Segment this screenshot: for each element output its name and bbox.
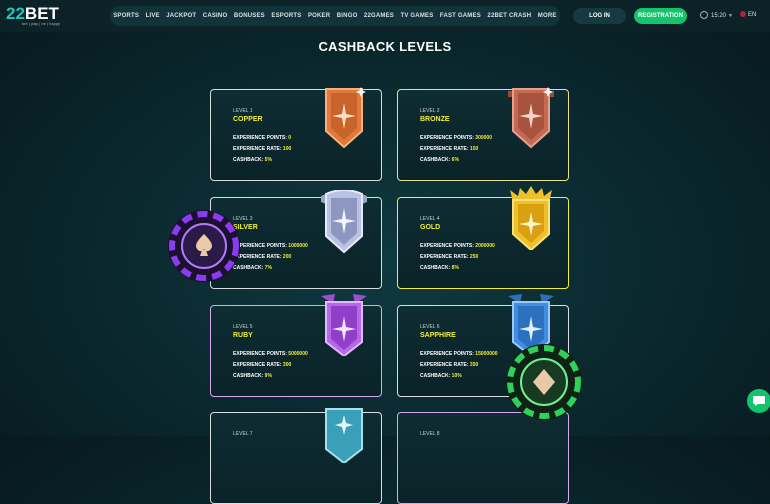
ruby-badge-icon	[321, 294, 367, 356]
nav-item-bingo[interactable]: BINGO	[337, 13, 358, 19]
nav-item-fast-games[interactable]: FAST GAMES	[440, 13, 481, 19]
chevron-down-icon: ▼	[728, 13, 733, 19]
level-number: LEVEL 6	[420, 324, 440, 330]
cashback-row: CASHBACK: 10%	[420, 373, 462, 379]
experience-points-row: EXPERIENCE POINTS: 5000000	[233, 351, 308, 357]
experience-rate-row: EXPERIENCE RATE: 150	[420, 146, 479, 152]
level-card-7: LEVEL 7	[210, 408, 382, 504]
experience-points-row: EXPERIENCE POINTS: 0	[233, 135, 292, 141]
silver-badge-icon	[321, 190, 367, 254]
nav-item-poker[interactable]: POKER	[308, 13, 330, 19]
nav-item-tv-games[interactable]: TV GAMES	[400, 13, 433, 19]
level-card-8: LEVEL 8	[397, 412, 569, 504]
site-logo[interactable]: 22BET bet | play | be | happy	[6, 3, 76, 29]
gold-badge-icon	[510, 186, 552, 250]
uk-flag-icon	[740, 11, 746, 17]
level-name: GOLD	[420, 224, 441, 231]
experience-rate-row: EXPERIENCE RATE: 250	[420, 254, 479, 260]
level-number: LEVEL 2	[420, 108, 440, 114]
bronze-badge-icon	[508, 87, 554, 149]
nav-item-more[interactable]: MORE	[538, 13, 557, 19]
nav-item-bonuses[interactable]: BONUSES	[234, 13, 265, 19]
nav-item-22bet-crash[interactable]: 22BET CRASH	[487, 13, 531, 19]
experience-rate-row: EXPERIENCE RATE: 350	[420, 362, 479, 368]
level-card-copper: LEVEL 1 COPPER EXPERIENCE POINTS: 0 EXPE…	[210, 87, 382, 181]
level-name: SAPPHIRE	[420, 332, 456, 339]
experience-points-row: EXPERIENCE POINTS: 1000000	[233, 243, 308, 249]
nav-item-jackpot[interactable]: JACKPOT	[166, 13, 196, 19]
level-number: LEVEL 5	[233, 324, 253, 330]
chat-bubble-icon	[753, 396, 765, 406]
cashback-row: CASHBACK: 6%	[420, 157, 459, 163]
clock-icon	[700, 11, 708, 19]
green-poker-chip-icon	[506, 344, 582, 420]
level-card-ruby: LEVEL 5 RUBY EXPERIENCE POINTS: 5000000 …	[210, 294, 382, 397]
level-name: BRONZE	[420, 116, 450, 123]
experience-points-row: EXPERIENCE POINTS: 2000000	[420, 243, 495, 249]
language-selector[interactable]: EN	[740, 11, 756, 18]
level-number: LEVEL 7	[233, 431, 253, 437]
chat-button[interactable]	[747, 389, 770, 413]
cashback-row: CASHBACK: 9%	[233, 373, 272, 379]
login-button[interactable]: LOG IN	[573, 8, 626, 24]
experience-rate-row: EXPERIENCE RATE: 200	[233, 254, 292, 260]
level-card-gold: LEVEL 4 GOLD EXPERIENCE POINTS: 2000000 …	[397, 186, 569, 289]
top-navigation-bar: 22BET bet | play | be | happy SPORTS LIV…	[0, 0, 770, 32]
copper-badge-icon	[325, 87, 366, 149]
time-display[interactable]: 15:20 ▼	[700, 11, 733, 19]
experience-points-row: EXPERIENCE POINTS: 300000	[420, 135, 492, 141]
page-title: CASHBACK LEVELS	[318, 39, 452, 54]
main-nav: SPORTS LIVE JACKPOT CASINO BONUSES ESPOR…	[110, 6, 560, 26]
level-number: LEVEL 8	[420, 431, 440, 437]
registration-button[interactable]: REGISTRATION	[634, 8, 687, 24]
nav-item-live[interactable]: LIVE	[146, 13, 160, 19]
nav-item-esports[interactable]: ESPORTS	[271, 13, 301, 19]
level-number: LEVEL 1	[233, 108, 253, 114]
experience-points-row: EXPERIENCE POINTS: 15000000	[420, 351, 498, 357]
level-name: RUBY	[233, 332, 253, 339]
experience-rate-row: EXPERIENCE RATE: 300	[233, 362, 292, 368]
level-name: COPPER	[233, 116, 263, 123]
cashback-row: CASHBACK: 5%	[233, 157, 272, 163]
experience-rate-row: EXPERIENCE RATE: 100	[233, 146, 292, 152]
level-card-bronze: LEVEL 2 BRONZE EXPERIENCE POINTS: 300000…	[397, 87, 569, 181]
level-7-badge-icon	[325, 408, 363, 463]
purple-poker-chip-icon	[168, 210, 240, 282]
cashback-row: CASHBACK: 7%	[233, 265, 272, 271]
nav-item-22games[interactable]: 22GAMES	[364, 13, 394, 19]
logo-tagline: bet | play | be | happy	[22, 21, 61, 26]
level-number: LEVEL 4	[420, 216, 440, 222]
cashback-row: CASHBACK: 8%	[420, 265, 459, 271]
level-number: LEVEL 3	[233, 216, 253, 222]
nav-item-sports[interactable]: SPORTS	[113, 13, 139, 19]
nav-item-casino[interactable]: CASINO	[203, 13, 228, 19]
